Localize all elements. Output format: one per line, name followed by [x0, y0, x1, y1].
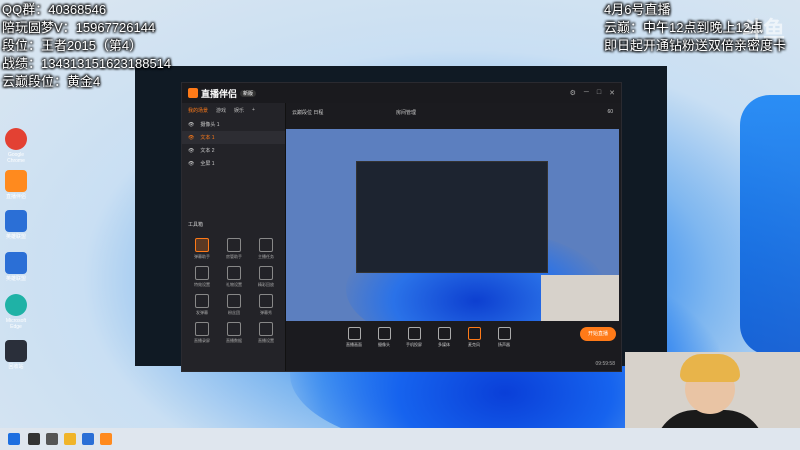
tool-icon: [259, 266, 273, 280]
tool-item[interactable]: 弹幕助手: [186, 238, 218, 260]
sidebar-tabs: 我的场景 游戏 娱乐 +: [182, 103, 285, 118]
preview-canvas[interactable]: [286, 129, 619, 321]
tool-item[interactable]: 直播设置: [250, 322, 282, 344]
nested-preview: [356, 161, 548, 273]
tool-icon: [227, 266, 241, 280]
sidebar: 我的场景 游戏 娱乐 + 👁 摄像头 1 👁 文本 1 👁 文本 2 👁 全屏 1 工具…: [182, 103, 286, 371]
status-time: 09:59:58: [595, 361, 615, 367]
screen-icon: [347, 327, 361, 340]
settings-icon[interactable]: ⚙: [570, 89, 576, 97]
stream-info-overlay: QQ群：40368546 陪玩圆梦V：15967726144 段位：王者2015…: [2, 1, 242, 91]
desktop-icon-lol[interactable]: 英雄联盟: [2, 210, 30, 240]
tool-icon: [227, 294, 241, 308]
source-item[interactable]: 👁 文本 1: [182, 131, 285, 144]
companion-text: 陪玩圆梦V：15967726144: [2, 20, 156, 35]
toolbox-grid: 弹幕助手 房管助手 主播任务 特效设置 礼物设置 精彩回放 发弹幕 粉丝团 弹幕…: [186, 238, 282, 344]
tool-icon: [195, 322, 209, 336]
lol-icon: [5, 252, 27, 274]
camera-icon: [377, 327, 391, 340]
mic-button[interactable]: 麦克风: [461, 327, 487, 348]
eye-icon[interactable]: 👁: [188, 161, 194, 167]
start-live-button[interactable]: 开始直播: [580, 327, 616, 341]
maximize-icon[interactable]: □: [597, 89, 601, 97]
app-titlebar: 直播伴侣 新版 ⚙ ─ □ ✕: [182, 83, 621, 103]
taskbar: [0, 428, 800, 450]
minimize-icon[interactable]: ─: [584, 89, 589, 97]
tool-icon: [227, 238, 241, 252]
media-icon: [437, 327, 451, 340]
tool-item[interactable]: 直播数据: [218, 322, 250, 344]
live-screen-button[interactable]: 直播画面: [341, 327, 367, 348]
live-companion-icon: [5, 170, 27, 192]
tool-item[interactable]: 精彩回放: [250, 266, 282, 288]
room-label[interactable]: 房间管理: [396, 109, 416, 116]
tool-item[interactable]: 房管助手: [218, 238, 250, 260]
version-badge[interactable]: 新版: [240, 89, 257, 97]
tool-icon: [259, 238, 273, 252]
phone-icon: [407, 327, 421, 340]
tool-icon: [227, 322, 241, 336]
task-view-icon[interactable]: [46, 433, 58, 445]
tool-icon: [259, 322, 273, 336]
speaker-button[interactable]: 扬声器: [491, 327, 517, 348]
live-taskbar-icon[interactable]: [100, 433, 112, 445]
media-button[interactable]: 多媒体: [431, 327, 457, 348]
eye-icon[interactable]: 👁: [188, 122, 194, 128]
eye-icon[interactable]: 👁: [188, 148, 194, 154]
tool-item[interactable]: 弹幕秀: [250, 294, 282, 316]
wallpaper-streak: [740, 95, 800, 355]
tool-icon: [195, 294, 209, 308]
chrome-icon: [5, 128, 27, 150]
recycle-bin-icon: [5, 340, 27, 362]
tool-item[interactable]: 发弹幕: [186, 294, 218, 316]
tool-icon: [259, 294, 273, 308]
camera-button[interactable]: 摄像头: [371, 327, 397, 348]
source-item[interactable]: 👁 文本 2: [182, 144, 285, 157]
mic-icon: [467, 327, 481, 340]
bottom-toolbar: 直播画面 摄像头 手机投屏 多媒体 麦克风 扬声器 09:59:58: [286, 321, 621, 371]
desktop-icon-edge[interactable]: Microsoft Edge: [2, 294, 30, 330]
streamer-hair: [680, 354, 740, 382]
start-icon[interactable]: [8, 433, 20, 445]
qq-group-text: QQ群：40368546: [2, 2, 107, 17]
fps-label: 60: [607, 109, 613, 115]
file-explorer-icon[interactable]: [64, 433, 76, 445]
scene-label[interactable]: 云巅段位 日程: [292, 109, 323, 116]
tab-scene[interactable]: 我的场景: [188, 107, 208, 114]
tab-game[interactable]: 游戏: [216, 107, 226, 114]
tab-add[interactable]: +: [252, 107, 255, 114]
tool-icon: [195, 266, 209, 280]
close-icon[interactable]: ✕: [609, 89, 615, 97]
rank-text: 段位：王者2015（第4）: [2, 38, 143, 53]
search-icon[interactable]: [28, 433, 40, 445]
live-companion-window: 直播伴侣 新版 ⚙ ─ □ ✕ 我的场景 游戏 娱乐 + 👁 摄像头 1 👁 文本 …: [181, 82, 622, 372]
desktop-icon-chrome[interactable]: Google Chrome: [2, 128, 30, 164]
desktop-icon-recycle[interactable]: 回收站: [2, 340, 30, 370]
tool-item[interactable]: 粉丝团: [218, 294, 250, 316]
tool-item[interactable]: 礼物设置: [218, 266, 250, 288]
lol-taskbar-icon[interactable]: [82, 433, 94, 445]
eye-icon[interactable]: 👁: [188, 135, 194, 141]
tool-item[interactable]: 直播录屏: [186, 322, 218, 344]
record-text: 战绩：134313151623188514: [2, 56, 172, 71]
phone-cast-button[interactable]: 手机投屏: [401, 327, 427, 348]
tool-item[interactable]: 特效设置: [186, 266, 218, 288]
tool-icon: [195, 238, 209, 252]
edge-icon: [5, 294, 27, 316]
toolbox-title: 工具箱: [188, 222, 204, 228]
yundian-rank-text: 云巅段位：黄金4: [2, 74, 101, 89]
desktop-icon-live[interactable]: 直播伴侣: [2, 170, 30, 200]
source-item[interactable]: 👁 摄像头 1: [182, 118, 285, 131]
douyu-watermark: 斗鱼: [741, 17, 785, 42]
preview-camera: [541, 275, 619, 321]
lol-icon: [5, 210, 27, 232]
preview-topbar: 云巅段位 日程 房间管理 60: [286, 103, 621, 129]
tool-item[interactable]: 主播任务: [250, 238, 282, 260]
tab-entertainment[interactable]: 娱乐: [234, 107, 244, 114]
source-item[interactable]: 👁 全屏 1: [182, 157, 285, 170]
speaker-icon: [497, 327, 511, 340]
desktop-icon-lol-2[interactable]: 英雄联盟: [2, 252, 30, 282]
